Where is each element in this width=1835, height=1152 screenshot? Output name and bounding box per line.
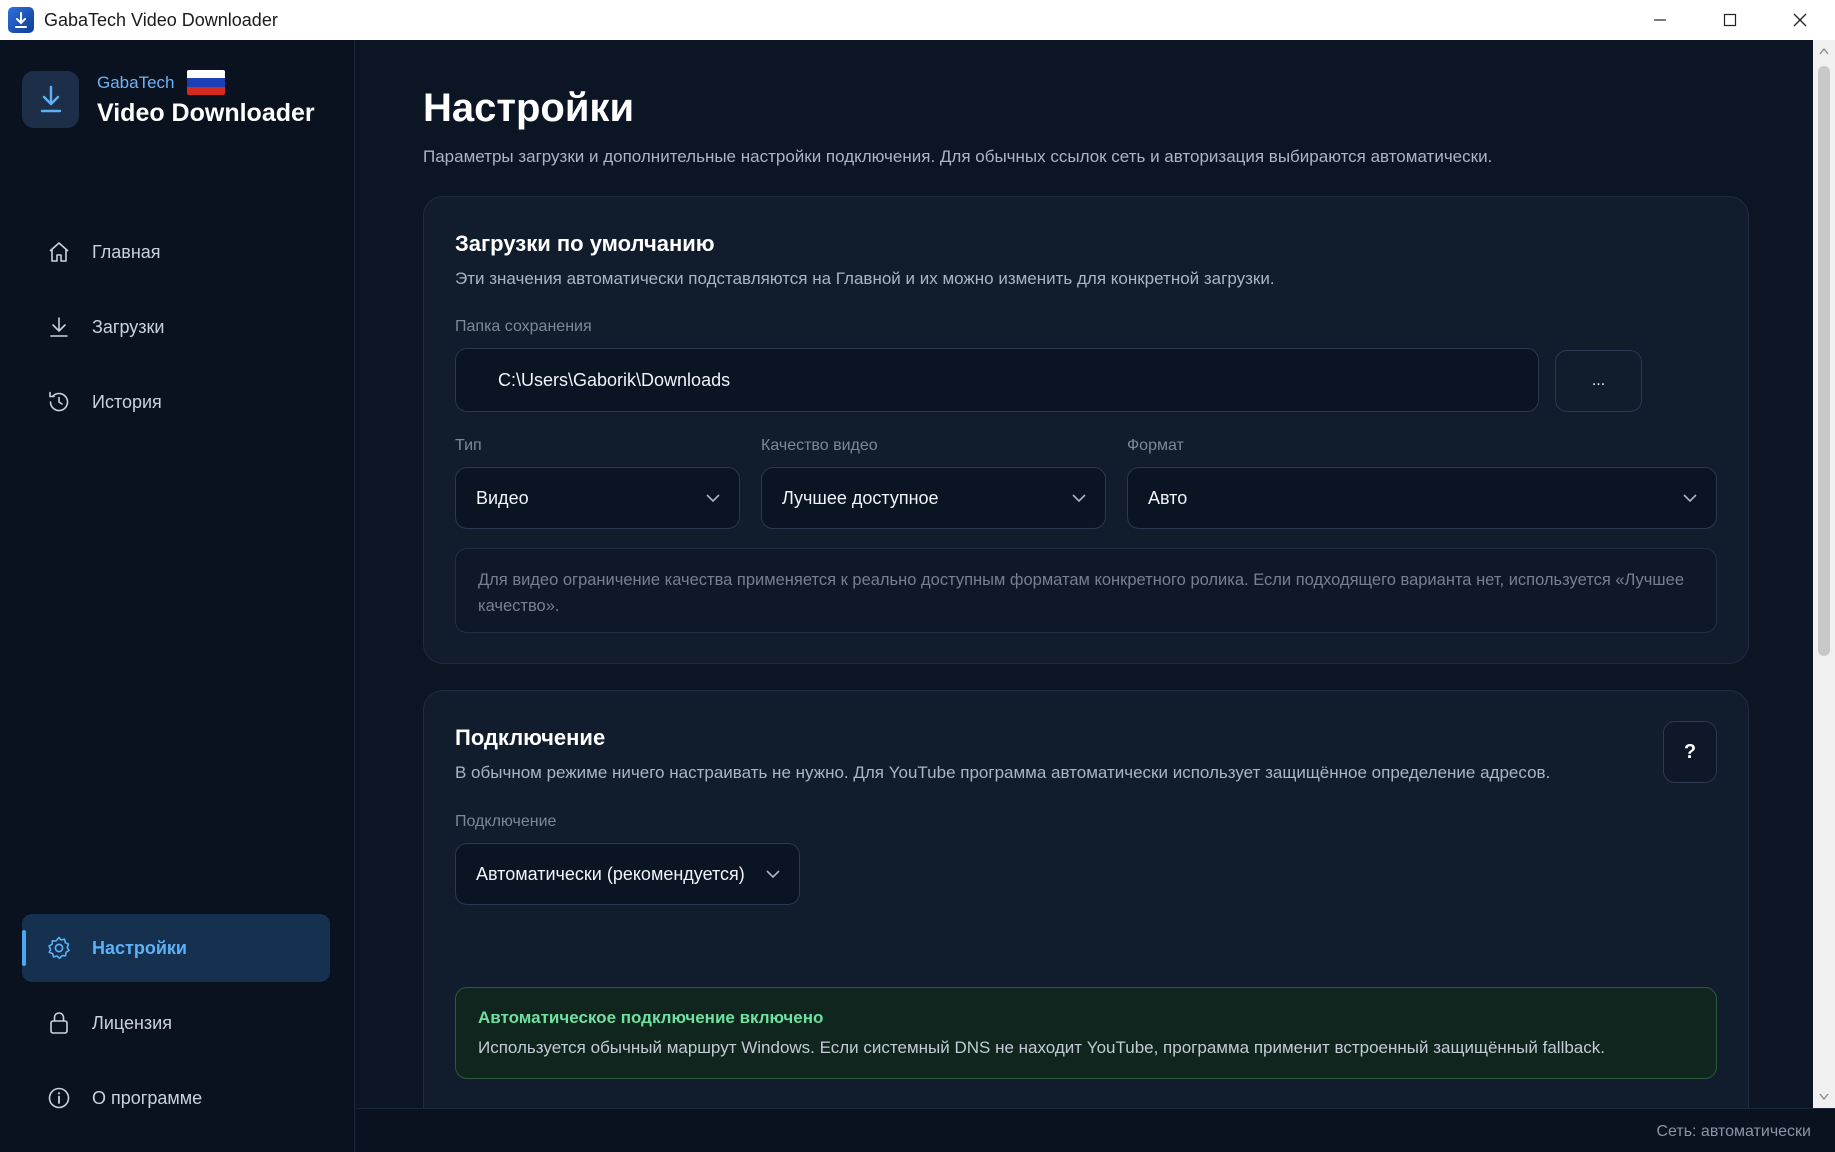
sidebar-item-history[interactable]: История <box>22 368 330 436</box>
window-controls <box>1625 0 1835 40</box>
connection-select[interactable]: Автоматически (рекомендуется) <box>455 843 800 905</box>
sidebar-item-about[interactable]: О программе <box>22 1064 330 1132</box>
scroll-up-icon[interactable] <box>1813 40 1835 62</box>
chevron-down-icon <box>765 869 781 879</box>
connection-label: Подключение <box>455 813 557 830</box>
chevron-down-icon <box>1682 493 1698 503</box>
card-title: Подключение <box>455 725 606 750</box>
title-bar: GabaTech Video Downloader <box>0 0 1835 40</box>
network-status: Сеть: автоматически <box>1656 1123 1811 1140</box>
save-folder-input[interactable]: C:\Users\Gaborik\Downloads <box>455 348 1539 412</box>
format-label: Формат <box>1127 437 1184 454</box>
browse-label: ... <box>1591 372 1606 389</box>
quality-label: Качество видео <box>761 437 878 454</box>
sidebar-item-license[interactable]: Лицензия <box>22 989 330 1057</box>
card-description: В обычном режиме ничего настраивать не н… <box>455 763 1551 782</box>
quality-value: Лучшее доступное <box>782 487 939 508</box>
sidebar-item-downloads[interactable]: Загрузки <box>22 293 330 361</box>
home-icon <box>46 239 72 265</box>
status-bar: Сеть: автоматически <box>356 1108 1835 1152</box>
quality-select[interactable]: Лучшее доступное <box>761 467 1106 529</box>
sidebar-item-label: О программе <box>92 1087 203 1108</box>
type-value: Видео <box>476 487 529 508</box>
sidebar-item-label: Настройки <box>92 937 187 958</box>
type-label: Тип <box>455 437 482 454</box>
sidebar-item-home[interactable]: Главная <box>22 218 330 286</box>
brand: GabaTech Video Downloader <box>22 70 315 128</box>
folder-label: Папка сохранения <box>455 318 592 335</box>
card-description: Эти значения автоматически подставляются… <box>455 269 1275 288</box>
sidebar-item-label: Загрузки <box>92 316 165 337</box>
chevron-down-icon <box>1071 493 1087 503</box>
maximize-button[interactable] <box>1695 0 1765 40</box>
help-button[interactable]: ? <box>1663 721 1717 783</box>
close-button[interactable] <box>1765 0 1835 40</box>
connection-card: Подключение В обычном режиме ничего наст… <box>423 690 1749 1108</box>
format-select[interactable]: Авто <box>1127 467 1717 529</box>
browse-folder-button[interactable]: ... <box>1555 350 1642 412</box>
sidebar-item-label: Лицензия <box>92 1012 172 1033</box>
download-logo-icon <box>22 70 79 128</box>
window-title: GabaTech Video Downloader <box>44 9 278 30</box>
history-icon <box>46 389 72 415</box>
brand-company: GabaTech <box>97 72 175 92</box>
sidebar-item-label: Главная <box>92 241 161 262</box>
connection-value: Автоматически (рекомендуется) <box>476 863 745 884</box>
scroll-thumb[interactable] <box>1818 66 1830 656</box>
info-icon <box>46 1085 72 1111</box>
status-text: Используется обычный маршрут Windows. Ес… <box>478 1038 1605 1057</box>
russia-flag-icon <box>186 70 225 95</box>
sidebar-item-label: История <box>92 391 162 412</box>
main-content: Настройки Параметры загрузки и дополните… <box>356 40 1813 1108</box>
download-icon <box>46 314 72 340</box>
chevron-down-icon <box>705 493 721 503</box>
type-select[interactable]: Видео <box>455 467 740 529</box>
lock-icon <box>46 1010 72 1036</box>
format-value: Авто <box>1148 487 1188 508</box>
quality-note: Для видео ограничение качества применяет… <box>455 548 1717 633</box>
minimize-button[interactable] <box>1625 0 1695 40</box>
gear-icon <box>46 935 72 961</box>
page-subtitle: Параметры загрузки и дополнительные наст… <box>423 147 1493 166</box>
close-icon <box>1793 13 1807 27</box>
minimize-icon <box>1654 19 1666 21</box>
page-title: Настройки <box>423 86 635 130</box>
help-label: ? <box>1683 740 1697 763</box>
sidebar-item-settings[interactable]: Настройки <box>22 914 330 982</box>
sidebar: GabaTech Video Downloader Главная Загруз… <box>0 40 355 1152</box>
save-folder-value: C:\Users\Gaborik\Downloads <box>498 369 731 390</box>
defaults-card: Загрузки по умолчанию Эти значения автом… <box>423 196 1749 664</box>
app-icon <box>8 7 34 33</box>
vertical-scrollbar[interactable] <box>1813 40 1835 1108</box>
scroll-down-icon[interactable] <box>1813 1086 1835 1108</box>
card-title: Загрузки по умолчанию <box>455 231 715 256</box>
status-title: Автоматическое подключение включено <box>478 1008 824 1027</box>
brand-product: Video Downloader <box>97 99 315 127</box>
maximize-icon <box>1723 13 1737 27</box>
connection-status-box: Автоматическое подключение включено Испо… <box>455 987 1717 1079</box>
